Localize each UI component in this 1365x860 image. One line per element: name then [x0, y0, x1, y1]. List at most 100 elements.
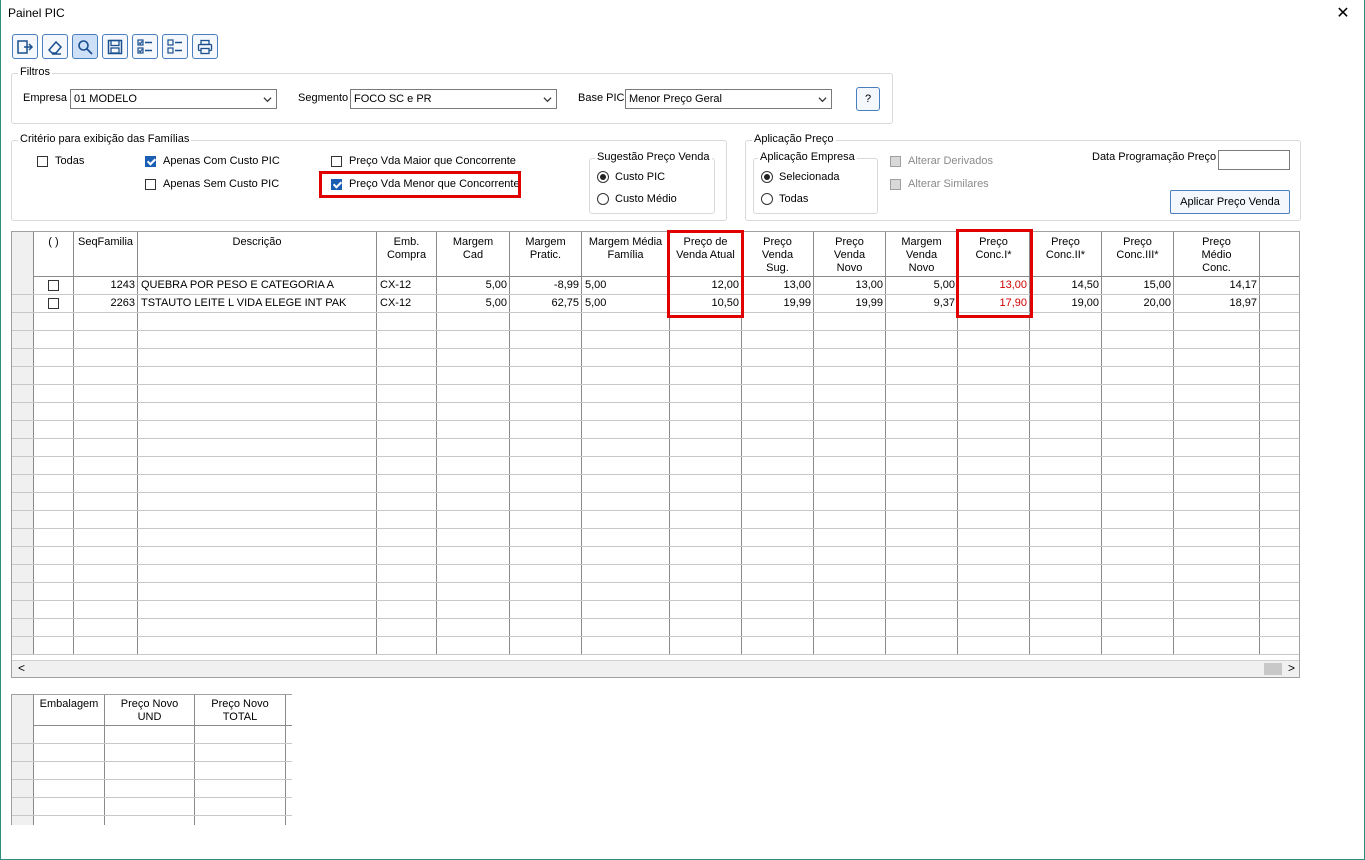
menor-concorrente-checkbox[interactable]	[331, 179, 342, 190]
cell-atual[interactable]: 10,50	[670, 295, 742, 312]
row-selector[interactable]	[12, 601, 34, 618]
todas-checkbox[interactable]	[37, 156, 48, 167]
row-selector[interactable]	[12, 762, 34, 779]
alterar-similares-checkbox[interactable]	[890, 179, 901, 190]
cell-c3[interactable]: 15,00	[1102, 277, 1174, 294]
hdr-preco-conc-3[interactable]: Preço Conc.III*	[1102, 232, 1174, 277]
row-selector[interactable]	[12, 295, 34, 312]
cell-mnovo[interactable]: 5,00	[886, 277, 958, 294]
cell-mmed[interactable]: 5,00	[582, 295, 670, 312]
row-selector[interactable]	[12, 421, 34, 438]
scroll-right-icon[interactable]: >	[1288, 661, 1295, 675]
row-selector[interactable]	[12, 475, 34, 492]
cell-mcad[interactable]: 5,00	[437, 295, 510, 312]
cell-seq[interactable]: 2263	[74, 295, 138, 312]
hdr-embalagem[interactable]: Embalagem	[34, 695, 105, 726]
row-selector[interactable]	[12, 439, 34, 456]
cell-c1[interactable]: 13,00	[958, 277, 1030, 294]
hdr-preco-conc-1[interactable]: Preço Conc.I*	[958, 232, 1030, 277]
cell-c1[interactable]: 17,90	[958, 295, 1030, 312]
hdr-margem-media[interactable]: Margem Média Família	[582, 232, 670, 277]
row-selector[interactable]	[12, 726, 34, 743]
row-selector[interactable]	[12, 511, 34, 528]
save-button[interactable]	[102, 34, 128, 59]
row-selector[interactable]	[12, 780, 34, 797]
apenas-com-custo-checkbox[interactable]	[145, 156, 156, 167]
row-selector[interactable]	[12, 385, 34, 402]
hdr-margem-pratic[interactable]: Margem Pratic.	[510, 232, 582, 277]
aplicar-preco-venda-button[interactable]: Aplicar Preço Venda	[1170, 190, 1290, 214]
horizontal-scrollbar[interactable]: < >	[12, 660, 1299, 677]
cell-novo[interactable]: 19,99	[814, 295, 886, 312]
cell-mmed[interactable]: 5,00	[582, 277, 670, 294]
hdr-emb-compra[interactable]: Emb. Compra	[377, 232, 437, 277]
maior-concorrente-checkbox[interactable]	[331, 156, 342, 167]
print-button[interactable]	[192, 34, 218, 59]
cell-seq[interactable]: 1243	[74, 277, 138, 294]
alterar-derivados-checkbox[interactable]	[890, 156, 901, 167]
hdr-margem-cad[interactable]: Margem Cad	[437, 232, 510, 277]
hdr-seqfamilia[interactable]: SeqFamilia	[74, 232, 138, 277]
row-selector[interactable]	[12, 529, 34, 546]
table-row[interactable]: 2263 TSTAUTO LEITE L VIDA ELEGE INT PAK CX…	[12, 295, 1299, 313]
cell-mnovo[interactable]: 9,37	[886, 295, 958, 312]
row-checkbox[interactable]	[48, 280, 59, 291]
row-selector[interactable]	[12, 619, 34, 636]
cell-mprat[interactable]: 62,75	[510, 295, 582, 312]
cell-c2[interactable]: 19,00	[1030, 295, 1102, 312]
table-row[interactable]: 1243 QUEBRA POR PESO E CATEGORIA A CX-12 5,…	[12, 277, 1299, 295]
hdr-descricao[interactable]: Descrição	[138, 232, 377, 277]
hdr-preco-venda-sug[interactable]: Preço Venda Sug.	[742, 232, 814, 277]
row-selector[interactable]	[12, 331, 34, 348]
cell-atual[interactable]: 12,00	[670, 277, 742, 294]
row-selector[interactable]	[12, 403, 34, 420]
cell-desc[interactable]: QUEBRA POR PESO E CATEGORIA A	[138, 277, 377, 294]
row-selector[interactable]	[12, 349, 34, 366]
row-selector[interactable]	[12, 547, 34, 564]
row-selector[interactable]	[12, 367, 34, 384]
hdr-preco-venda-atual[interactable]: Preço de Venda Atual	[670, 232, 742, 277]
apenas-sem-custo-checkbox[interactable]	[145, 179, 156, 190]
hdr-preco-medio-conc[interactable]: Preço Médio Conc.	[1174, 232, 1260, 277]
hdr-margem-venda-novo[interactable]: Margem Venda Novo	[886, 232, 958, 277]
scroll-thumb[interactable]	[1264, 663, 1282, 675]
row-selector[interactable]	[12, 637, 34, 654]
clear-button[interactable]	[42, 34, 68, 59]
hdr-select[interactable]: ( )	[34, 232, 74, 277]
row-selector[interactable]	[12, 565, 34, 582]
segmento-select[interactable]: FOCO SC e PR	[350, 89, 557, 109]
scroll-left-icon[interactable]: <	[18, 661, 25, 675]
cell-mprat[interactable]: -8,99	[510, 277, 582, 294]
row-checkbox[interactable]	[48, 298, 59, 309]
cell-mcad[interactable]: 5,00	[437, 277, 510, 294]
row-selector[interactable]	[12, 798, 34, 815]
row-selector[interactable]	[12, 277, 34, 294]
aplicacao-todas-radio[interactable]	[761, 193, 773, 205]
cell-c3[interactable]: 20,00	[1102, 295, 1174, 312]
custo-pic-radio[interactable]	[597, 171, 609, 183]
close-icon[interactable]: ✕	[1335, 3, 1351, 23]
base-pic-select[interactable]: Menor Preço Geral	[625, 89, 832, 109]
uncheck-all-button[interactable]	[162, 34, 188, 59]
row-selector[interactable]	[12, 457, 34, 474]
hdr-preco-novo-und[interactable]: Preço Novo UND	[105, 695, 195, 726]
check-all-button[interactable]	[132, 34, 158, 59]
hdr-preco-venda-novo[interactable]: Preço Venda Novo	[814, 232, 886, 277]
cell-novo[interactable]: 13,00	[814, 277, 886, 294]
row-selector[interactable]	[12, 493, 34, 510]
search-button[interactable]	[72, 34, 98, 59]
row-selector[interactable]	[12, 583, 34, 600]
hdr-preco-conc-2[interactable]: Preço Conc.II*	[1030, 232, 1102, 277]
cell-desc[interactable]: TSTAUTO LEITE L VIDA ELEGE INT PAK	[138, 295, 377, 312]
cell-c2[interactable]: 14,50	[1030, 277, 1102, 294]
row-selector[interactable]	[12, 744, 34, 761]
exit-button[interactable]	[12, 34, 38, 59]
data-programacao-input[interactable]	[1218, 150, 1290, 170]
selecionada-radio[interactable]	[761, 171, 773, 183]
cell-cmed[interactable]: 18,97	[1174, 295, 1260, 312]
help-button[interactable]: ?	[856, 87, 880, 111]
cell-emb[interactable]: CX-12	[377, 295, 437, 312]
empresa-select[interactable]: 01 MODELO	[70, 89, 277, 109]
row-selector[interactable]	[12, 313, 34, 330]
cell-sug[interactable]: 19,99	[742, 295, 814, 312]
